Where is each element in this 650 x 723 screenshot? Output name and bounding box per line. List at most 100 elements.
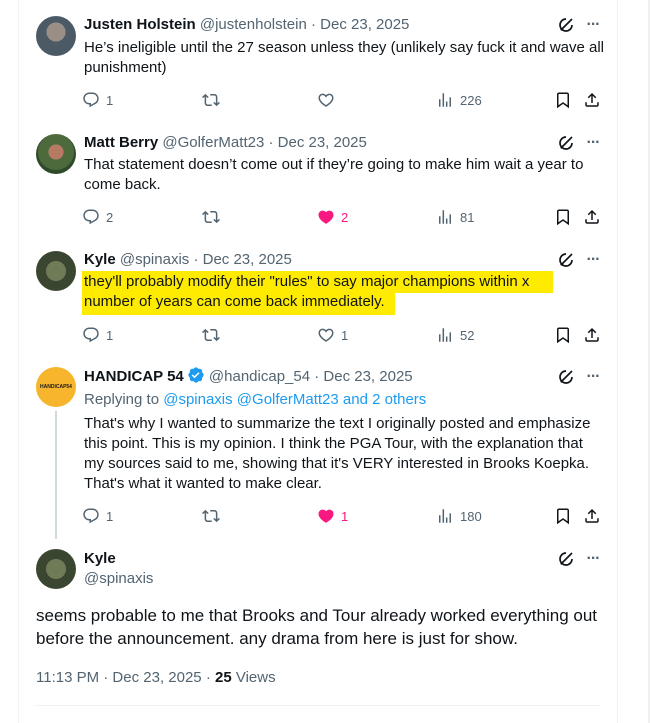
retweet-button[interactable]	[202, 325, 226, 345]
avatar[interactable]	[36, 549, 76, 589]
reply-button[interactable]: 1	[82, 506, 113, 526]
reply-post[interactable]: Justen Holstein @justenholstein · Dec 23…	[19, 0, 617, 120]
bookmark-button[interactable]	[554, 207, 572, 227]
reply-post[interactable]: Kyle @spinaxis · Dec 23, 2025 ··· they'l…	[19, 238, 617, 356]
author-handle[interactable]: @handicap_54	[209, 368, 310, 385]
author-handle[interactable]: @spinaxis	[120, 251, 189, 268]
share-icon	[583, 91, 601, 109]
main-post: Kyle @spinaxis ··· seems probable to me …	[19, 538, 617, 708]
author-name[interactable]: Justen Holstein	[84, 16, 196, 33]
like-button[interactable]: 1	[317, 506, 348, 526]
replying-to-label: Replying to	[84, 391, 164, 408]
post-header: Matt Berry @GolferMatt23 · Dec 23, 2025	[84, 133, 367, 153]
post-date[interactable]: Dec 23, 2025	[203, 251, 292, 268]
highlighted-text-line: number of years can come back immediatel…	[82, 291, 395, 315]
views-button[interactable]: 52	[436, 325, 474, 345]
reply-post[interactable]: Matt Berry @GolferMatt23 · Dec 23, 2025 …	[19, 120, 617, 238]
reply-icon	[82, 208, 100, 226]
reply-icon	[82, 326, 100, 344]
share-button[interactable]	[583, 207, 601, 227]
post-header: Kyle @spinaxis · Dec 23, 2025	[84, 250, 292, 270]
like-icon	[317, 507, 335, 525]
share-button[interactable]	[583, 506, 601, 526]
reply-count: 2	[106, 209, 114, 225]
author-handle[interactable]: @GolferMatt23	[162, 134, 264, 151]
views-label: Views	[231, 669, 276, 686]
retweet-icon	[202, 208, 220, 226]
grok-icon[interactable]	[557, 550, 575, 568]
reply-button[interactable]: 1	[82, 325, 113, 345]
author-name[interactable]: Kyle	[84, 251, 116, 268]
more-icon[interactable]: ···	[584, 368, 602, 386]
action-bar: 2 2 81	[82, 207, 612, 227]
post-date[interactable]: Dec 23, 2025	[323, 368, 412, 385]
post-date[interactable]: Dec 23, 2025	[278, 134, 367, 151]
post-text: they'll probably modify their "rules" to…	[82, 271, 612, 315]
post-meta: 11:13 PM · Dec 23, 2025 · 25 Views	[36, 669, 276, 686]
reply-icon	[82, 507, 100, 525]
post-date[interactable]: Dec 23, 2025	[320, 16, 409, 33]
retweet-icon	[202, 91, 220, 109]
reply-post[interactable]: HANDICAP54 HANDICAP 54 @handicap_54 · De…	[19, 356, 617, 539]
like-count: 1	[341, 508, 349, 524]
like-count: 2	[341, 209, 349, 225]
retweet-button[interactable]	[202, 207, 226, 227]
post-text: That statement doesn’t come out if they’…	[84, 156, 584, 193]
like-button[interactable]	[317, 90, 341, 110]
reply-button[interactable]: 1	[82, 90, 113, 110]
more-icon[interactable]: ···	[584, 550, 602, 568]
avatar[interactable]	[36, 16, 76, 56]
avatar[interactable]: HANDICAP54	[36, 367, 76, 407]
reply-icon	[82, 91, 100, 109]
like-button[interactable]: 1	[317, 325, 348, 345]
grok-icon[interactable]	[557, 16, 575, 34]
post-text: That's why I wanted to summarize the tex…	[84, 415, 591, 492]
share-button[interactable]	[583, 325, 601, 345]
grok-icon[interactable]	[557, 251, 575, 269]
bookmark-button[interactable]	[554, 90, 572, 110]
share-button[interactable]	[583, 90, 601, 110]
avatar[interactable]	[36, 251, 76, 291]
divider	[35, 705, 600, 706]
author-name[interactable]: Matt Berry	[84, 134, 158, 151]
grok-icon[interactable]	[557, 134, 575, 152]
author-name[interactable]: Kyle	[84, 550, 116, 567]
views-button[interactable]: 180	[436, 506, 482, 526]
post-timestamp[interactable]: 11:13 PM · Dec 23, 2025 ·	[36, 669, 215, 686]
views-count: 25	[214, 669, 232, 686]
reply-count: 1	[106, 92, 114, 108]
bookmark-button[interactable]	[554, 506, 572, 526]
bookmark-icon	[554, 208, 572, 226]
retweet-button[interactable]	[202, 506, 226, 526]
share-icon	[583, 507, 601, 525]
author-handle[interactable]: @justenholstein	[200, 16, 307, 33]
reply-button[interactable]: 2	[82, 207, 113, 227]
author-handle[interactable]: @spinaxis	[84, 570, 153, 587]
more-icon[interactable]: ···	[584, 16, 602, 34]
post-text: seems probable to me that Brooks and Tou…	[36, 606, 597, 648]
verified-badge-icon[interactable]	[187, 366, 205, 384]
views-button[interactable]: 81	[436, 207, 474, 227]
author-handle-line: @spinaxis	[84, 569, 153, 589]
bookmark-icon	[554, 326, 572, 344]
retweet-icon	[202, 326, 220, 344]
avatar[interactable]	[36, 134, 76, 174]
replying-to-mentions[interactable]: @spinaxis @GolferMatt23 and 2 others	[163, 391, 426, 408]
highlighted-text-line: they'll probably modify their "rules" to…	[82, 271, 554, 293]
share-icon	[583, 208, 601, 226]
post-text: He’s ineligible until the 27 season unle…	[84, 39, 605, 76]
grok-icon[interactable]	[557, 368, 575, 386]
views-count: 180	[460, 508, 482, 524]
retweet-button[interactable]	[202, 90, 226, 110]
like-icon	[317, 208, 335, 226]
views-icon	[436, 91, 454, 109]
views-button[interactable]: 226	[436, 90, 482, 110]
like-button[interactable]: 2	[317, 207, 348, 227]
author-name[interactable]: HANDICAP 54	[84, 368, 184, 385]
views-count: 52	[460, 327, 475, 343]
column-right-border	[617, 0, 618, 723]
more-icon[interactable]: ···	[584, 251, 602, 269]
bookmark-button[interactable]	[554, 325, 572, 345]
more-icon[interactable]: ···	[584, 134, 602, 152]
separator: ·	[306, 16, 321, 33]
